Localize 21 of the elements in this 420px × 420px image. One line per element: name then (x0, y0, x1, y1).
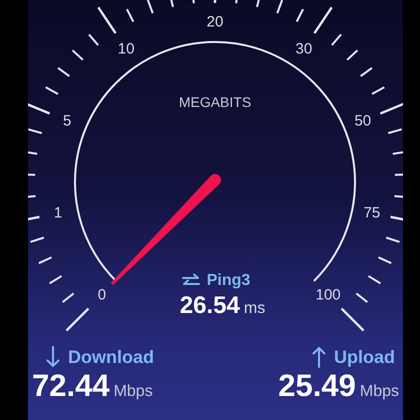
scale-label: 75 (364, 204, 380, 222)
scale-label: 30 (296, 40, 312, 58)
scale-label: 100 (316, 286, 341, 304)
down-arrow-icon (46, 346, 60, 368)
result-label: Download (68, 346, 154, 368)
scale-label: 0 (98, 286, 106, 304)
scale-label: 50 (354, 112, 372, 130)
result-unit: Mbps (360, 383, 399, 401)
scale-label: 10 (118, 40, 134, 58)
ping-unit: ms (244, 300, 266, 318)
unit-label: MEGABITS (178, 94, 252, 110)
scale-label: 20 (206, 14, 224, 30)
scale-label: 1 (54, 204, 62, 222)
scale-label: 5 (63, 112, 72, 130)
result-unit: Mbps (114, 383, 153, 401)
result-label: Upload (334, 346, 395, 368)
up-arrow-icon (312, 346, 326, 368)
result-value: 72.44 (32, 368, 110, 404)
result-value: 25.49 (278, 368, 356, 404)
ping-value: 26.54 (180, 292, 240, 320)
ping-label: Ping3 (206, 272, 250, 290)
